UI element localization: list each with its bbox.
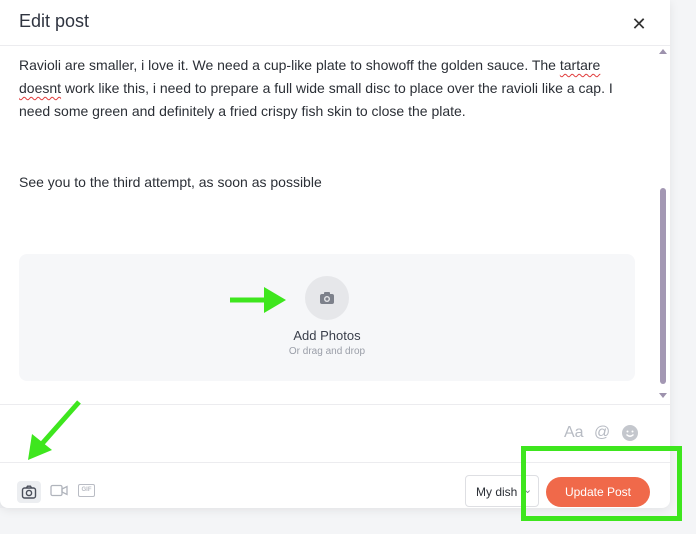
misspelled-word: tartare [559, 57, 601, 73]
scroll-up-arrow-icon[interactable] [659, 49, 667, 54]
camera-icon [320, 292, 334, 304]
modal-header: Edit post ✕ [0, 0, 670, 46]
post-paragraph-2: See you to the third attempt, as soon as… [19, 174, 322, 190]
video-icon[interactable] [50, 484, 68, 502]
close-icon[interactable]: ✕ [628, 13, 650, 35]
drag-drop-hint: Or drag and drop [288, 346, 366, 357]
dish-select-value: My dish [476, 485, 518, 499]
text-format-button[interactable]: Aa [564, 424, 584, 442]
add-photos-button[interactable] [305, 276, 349, 320]
misspelled-word: doesnt [19, 80, 62, 96]
highlight-box [521, 446, 682, 521]
text-run: work like this, i need to prepare a full… [19, 80, 613, 119]
text-run: Ravioli are smaller, i love it. We need … [19, 57, 560, 73]
divider [0, 404, 670, 405]
add-photos-dropzone[interactable]: Add Photos Or drag and drop [19, 254, 635, 381]
smile-icon[interactable] [622, 425, 638, 441]
smile-glyph-icon [626, 430, 634, 437]
arrow-pointing-down-left-icon [28, 400, 81, 460]
camera-icon [21, 485, 37, 499]
post-text[interactable]: Ravioli are smaller, i love it. We need … [19, 54, 639, 194]
add-photos-label: Add Photos [293, 328, 361, 343]
at-icon[interactable]: @ [594, 424, 610, 442]
scrollbar[interactable] [657, 46, 669, 404]
modal-title: Edit post [19, 11, 90, 31]
scrollbar-thumb[interactable] [660, 188, 666, 384]
scroll-down-arrow-icon[interactable] [659, 393, 667, 398]
arrow-pointing-right-icon [230, 287, 286, 313]
post-editor[interactable]: Ravioli are smaller, i love it. We need … [0, 46, 670, 404]
add-photo-button[interactable] [17, 481, 41, 503]
post-paragraph-1: Ravioli are smaller, i love it. We need … [19, 54, 639, 123]
gif-button[interactable]: GIF [78, 484, 95, 497]
edit-post-modal: Edit post ✕ Ravioli are smaller, i love … [0, 0, 670, 508]
